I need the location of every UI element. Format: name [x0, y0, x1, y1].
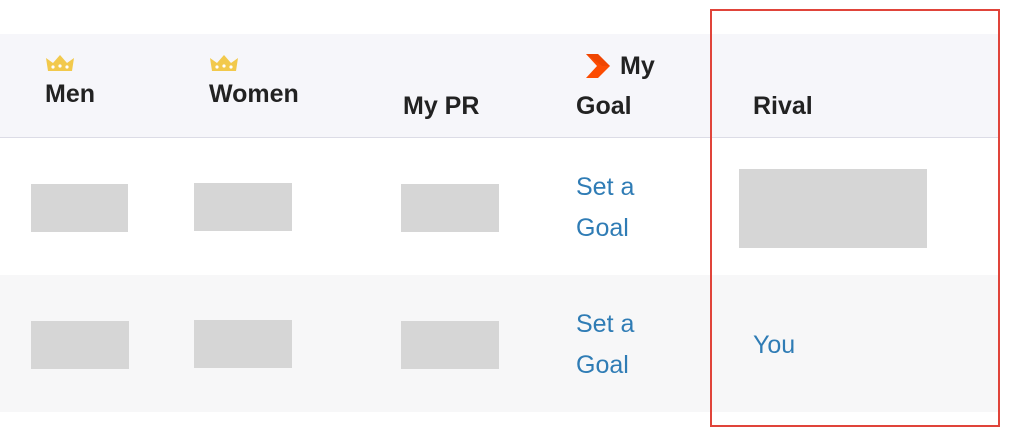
header-women-label: Women	[209, 80, 299, 108]
my-pr-value-placeholder	[401, 321, 499, 369]
header-my-goal-label-line2: Goal	[576, 92, 632, 120]
chevron-right-icon	[586, 54, 610, 78]
rival-you-link[interactable]: You	[753, 325, 795, 366]
header-my-goal: My Goal	[576, 46, 655, 126]
women-value-placeholder	[194, 183, 292, 231]
table-header: Men Women My PR My Goal Rival	[0, 34, 1000, 138]
crown-icon	[210, 55, 238, 71]
table-row: Set a Goal You	[0, 275, 1000, 412]
set-goal-link-line2: Goal	[576, 351, 629, 379]
header-women: Women	[209, 54, 299, 114]
header-rival-label: Rival	[753, 92, 813, 120]
header-my-goal-line1: My	[576, 46, 655, 86]
header-men: Men	[45, 54, 95, 114]
women-value-placeholder	[194, 320, 292, 368]
header-my-pr: My PR	[403, 86, 479, 126]
header-my-pr-label: My PR	[403, 92, 480, 120]
men-value-placeholder	[31, 184, 128, 232]
rival-value-placeholder	[739, 169, 927, 248]
my-pr-value-placeholder	[401, 184, 499, 232]
set-goal-link[interactable]: Set a Goal	[576, 304, 634, 386]
set-goal-link-line1: Set a	[576, 310, 635, 338]
set-goal-link-line1: Set a	[576, 173, 635, 201]
set-goal-link[interactable]: Set a Goal	[576, 167, 634, 249]
men-value-placeholder	[31, 321, 129, 369]
header-my-goal-label-line1: My	[620, 52, 655, 80]
header-men-label: Men	[45, 80, 95, 108]
set-goal-link-line2: Goal	[576, 214, 629, 242]
table-row: Set a Goal	[0, 138, 1000, 275]
crown-icon	[46, 55, 74, 71]
leaderboard-table: Men Women My PR My Goal Rival Set a Goal…	[0, 34, 1000, 412]
header-rival: Rival	[753, 86, 813, 126]
